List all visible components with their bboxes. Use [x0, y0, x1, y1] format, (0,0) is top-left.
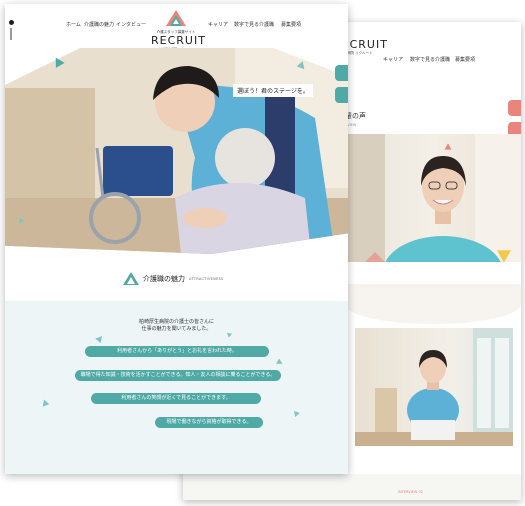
- back-side-tab-1[interactable]: [508, 100, 521, 116]
- nav-career[interactable]: キャリア: [208, 21, 228, 28]
- decor-triangle: [497, 250, 511, 263]
- appeal-pill-2: 職場で得た知識・技術を活かすことができる。知人・友人の相談に乗ることができる。: [75, 370, 281, 381]
- appeal-pill-4: 現場で働きながら資格が取得できる。: [155, 417, 263, 428]
- section-title: 介護職の魅力: [143, 274, 185, 283]
- appeal-pill-3: 利用者さんの笑顔が近くで見ることができます。: [91, 393, 261, 404]
- back-section-title: 輩の声: [345, 112, 366, 120]
- front-page-preview: ホーム 介護職の魅力 インタビュー 介護スタッフ募集サイト RECRUIT 柏崎…: [5, 4, 348, 474]
- hero-photo: [5, 48, 348, 254]
- back-nav-recruit[interactable]: 募集要項: [455, 56, 475, 63]
- interview-photo-1: [345, 134, 521, 262]
- decor-triangle: [19, 217, 25, 224]
- back-footer-band: [183, 474, 521, 500]
- nav-interview[interactable]: インタビュー: [116, 21, 146, 28]
- side-tab-mail[interactable]: [335, 65, 348, 81]
- seated-nurse-illustration: [355, 328, 513, 446]
- interview-photo-2: [355, 328, 513, 446]
- back-footer-label: INTERVIEW 02: [398, 490, 423, 494]
- section-heading: 介護職の魅力 ATTRACTIVENESS: [123, 272, 224, 285]
- nav-home[interactable]: ホーム: [66, 21, 81, 28]
- facebook-icon[interactable]: [9, 20, 14, 25]
- side-vertical-label: [10, 28, 12, 40]
- hero-tagline: 選ぼう！君のステージを。: [233, 84, 313, 97]
- section-triangle-icon: [123, 272, 139, 285]
- hero-caregiver-illustration: [5, 48, 348, 254]
- logo-title: RECRUIT: [151, 34, 206, 47]
- back-nav-career[interactable]: キャリア: [383, 56, 403, 63]
- intro-line-1: 柏崎厚生病院の介護士の皆さんに: [138, 319, 214, 325]
- nav-recruit[interactable]: 募集要項: [281, 21, 301, 28]
- section-title-en: ATTRACTIVENESS: [189, 276, 224, 281]
- back-nav-numbers[interactable]: 数字で見る介護職: [410, 56, 450, 63]
- nurse-portrait-illustration: [345, 134, 521, 262]
- decor-triangle: [444, 143, 452, 150]
- nav-numbers[interactable]: 数字で見る介護職: [234, 21, 274, 28]
- side-tab-entry[interactable]: [335, 87, 348, 103]
- back-arch: [345, 284, 521, 324]
- nav-appeal[interactable]: 介護職の魅力: [84, 21, 114, 28]
- logo-triangle-icon: [166, 10, 186, 26]
- appeal-pill-1: 利用者さんから「ありがとう」とお礼を言われた時。: [85, 346, 269, 357]
- intro-line-2: 仕事の魅力を聞いてみました。: [141, 326, 212, 332]
